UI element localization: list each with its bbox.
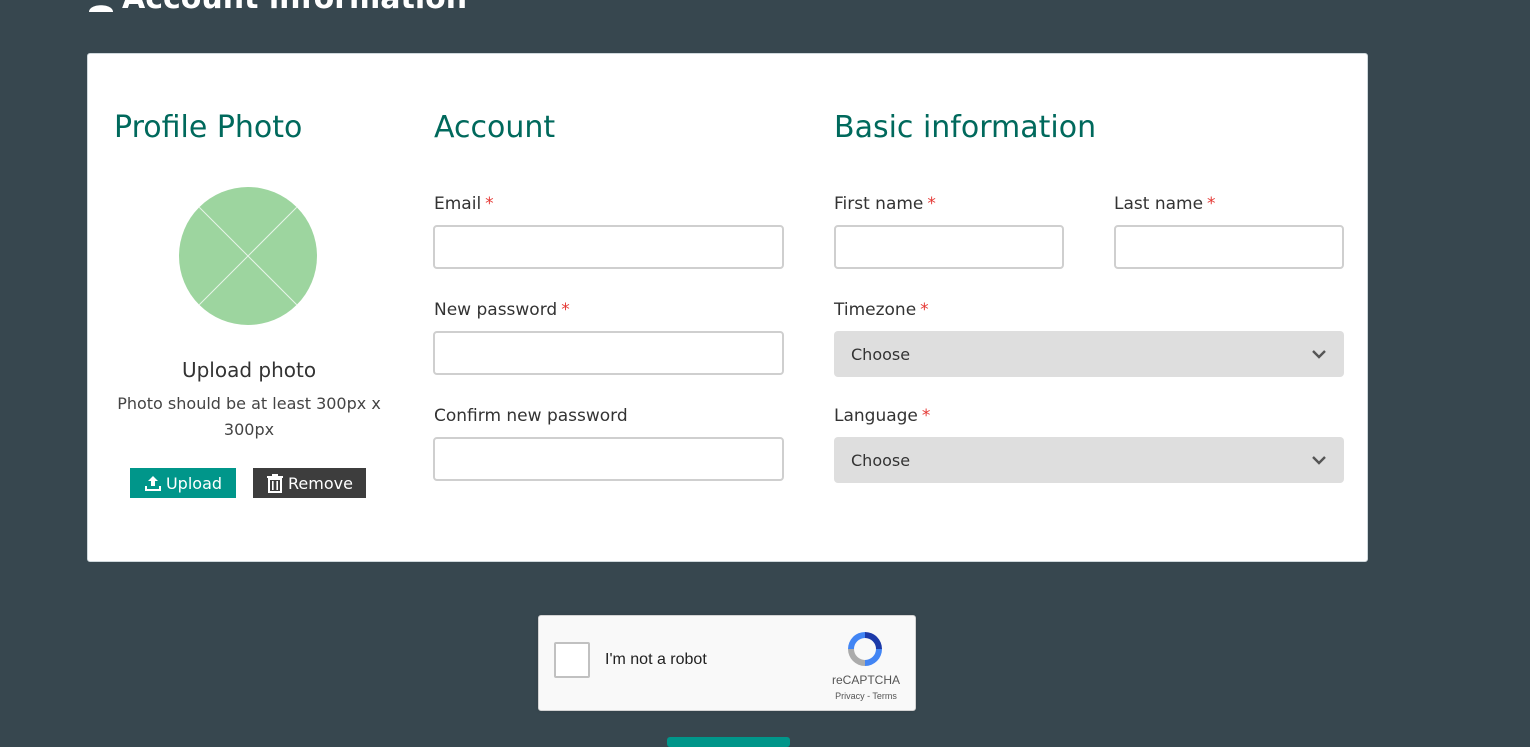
upload-button-label: Upload: [165, 473, 223, 493]
confirm-password-label: Confirm new password: [434, 406, 628, 426]
image-placeholder-icon: [198, 206, 298, 306]
required-marker: *: [561, 300, 570, 320]
recaptcha-widget: I'm not a robot reCAPTCHA Privacy - Term…: [538, 615, 916, 711]
upload-icon: [144, 476, 161, 491]
required-marker: *: [920, 300, 929, 320]
recaptcha-logo-icon: [848, 632, 882, 666]
required-marker: *: [921, 406, 931, 426]
timezone-selected-value: Choose: [851, 344, 911, 364]
required-marker: *: [485, 194, 494, 214]
language-selected-value: Choose: [851, 450, 911, 470]
new-password-field[interactable]: [433, 331, 784, 375]
upload-button[interactable]: Upload: [130, 468, 236, 498]
remove-button-label: Remove: [288, 473, 353, 493]
first-name-label: First name *: [834, 194, 936, 214]
new-password-label: New password *: [434, 300, 570, 320]
avatar-placeholder: [179, 187, 317, 325]
trash-icon: [267, 473, 284, 493]
recaptcha-brand: reCAPTCHA: [831, 673, 900, 687]
timezone-select[interactable]: Choose: [834, 331, 1344, 377]
recaptcha-checkbox[interactable]: [554, 642, 590, 678]
upload-photo-title: Upload photo: [181, 358, 317, 382]
email-label: Email *: [434, 194, 494, 214]
recaptcha-privacy-terms-link[interactable]: Privacy - Terms: [819, 691, 913, 701]
first-name-field[interactable]: [834, 225, 1064, 269]
basic-information-heading: Basic information: [834, 110, 1097, 145]
page-title-text: Account information: [122, 0, 467, 18]
profile-photo-heading: Profile Photo: [114, 110, 303, 145]
recaptcha-label: I'm not a robot: [605, 651, 707, 668]
language-label: Language *: [834, 406, 931, 426]
email-field[interactable]: [433, 225, 784, 269]
page-title: Account information: [88, 0, 467, 18]
last-name-label: Last name *: [1114, 194, 1216, 214]
user-icon: [89, 5, 113, 12]
confirm-password-field[interactable]: [433, 437, 784, 481]
account-form-card: Profile Photo Upload photo Photo should …: [87, 53, 1368, 562]
account-heading: Account: [434, 110, 556, 145]
timezone-label: Timezone *: [834, 300, 929, 320]
chevron-down-icon: [1312, 455, 1326, 465]
upload-photo-hint: Photo should be at least 300px x 300px: [117, 394, 381, 439]
last-name-field[interactable]: [1114, 225, 1344, 269]
chevron-down-icon: [1312, 349, 1326, 359]
remove-button[interactable]: Remove: [253, 468, 366, 498]
required-marker: *: [927, 194, 936, 214]
language-select[interactable]: Choose: [834, 437, 1344, 483]
submit-button[interactable]: [667, 737, 790, 747]
required-marker: *: [1207, 194, 1216, 214]
